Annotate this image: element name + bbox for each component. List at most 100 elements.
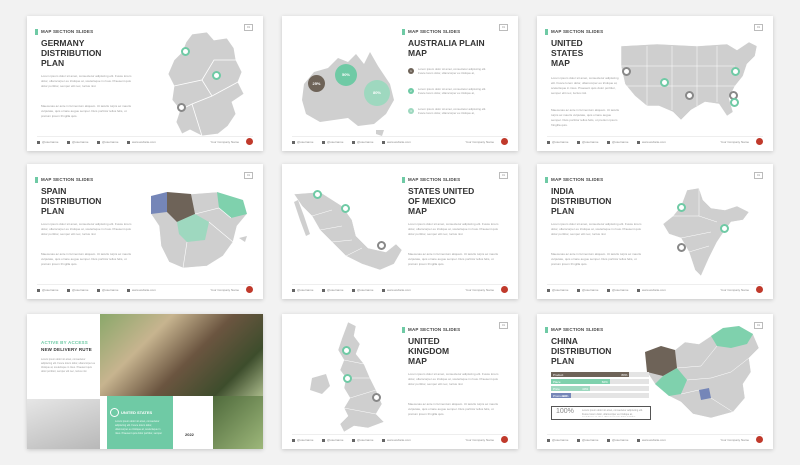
footer-twitter: @username	[297, 288, 314, 292]
footer-company: Your Company Name	[720, 288, 749, 292]
map-pin[interactable]	[342, 346, 351, 355]
footer-facebook: @username	[327, 288, 344, 292]
slide-spain[interactable]: MAP SECTION SLIDES 01 SPAIN DISTRIBUTION…	[27, 164, 263, 299]
legend-text-3: Lorem ipsum dolor sit amet, consectetur …	[418, 107, 487, 115]
body-text-2: Maecenas ac ante in fermentum aliquam. U…	[41, 104, 132, 118]
mexico-map	[293, 191, 403, 271]
slide-tag: MAP SECTION SLIDES	[41, 177, 94, 182]
instagram-icon	[607, 288, 610, 292]
map-pin[interactable]	[372, 393, 381, 402]
bar-value: 40%	[582, 386, 589, 391]
slide-footer: @username @username @username www.websit…	[547, 284, 763, 293]
map-pin[interactable]	[313, 190, 322, 199]
slide-uk[interactable]: 01 MAP SECTION SLIDES UNITED KINGDOM MAP…	[282, 314, 518, 449]
map-pin[interactable]	[730, 98, 739, 107]
map-pin[interactable]	[660, 78, 669, 87]
map-pin[interactable]	[720, 224, 729, 233]
facebook-icon	[67, 288, 70, 292]
website-icon	[382, 288, 385, 292]
slide-mexico[interactable]: 01 MAP SECTION SLIDES STATES UNITED OF M…	[282, 164, 518, 299]
facebook-icon	[577, 140, 580, 144]
website-icon	[382, 438, 385, 442]
footer-facebook: @username	[582, 438, 599, 442]
legend-marker-1: 1	[408, 68, 414, 74]
slide-usa[interactable]: MAP SECTION SLIDES 01 UNITED STATES MAP …	[537, 16, 773, 151]
slide-title: UNITED KINGDOM MAP	[408, 336, 450, 366]
slide-delivery[interactable]: ACTIVE BY ACCESS NEW DELIVERY RUTE Lorem…	[27, 314, 263, 449]
bar-row: Place 60%	[551, 379, 649, 384]
tag-bar	[545, 327, 548, 333]
map-pin[interactable]	[731, 67, 740, 76]
footer-site: www.website.com	[132, 288, 156, 292]
footer-twitter: @username	[552, 438, 569, 442]
tag-bar	[402, 327, 405, 333]
footer-facebook: @username	[72, 140, 89, 144]
slide-tag: MAP SECTION SLIDES	[408, 327, 461, 332]
tag-bar	[35, 29, 38, 35]
logo-icon	[501, 436, 508, 443]
map-pin[interactable]	[212, 71, 221, 80]
box-text: Lorem ipsum dolor sit amet, consectetur …	[115, 420, 162, 435]
slide-footer: @username @username @username www.websit…	[292, 284, 508, 293]
slide-tag: MAP SECTION SLIDES	[551, 327, 604, 332]
footer-twitter: @username	[297, 140, 314, 144]
slide-india[interactable]: MAP SECTION SLIDES 01 INDIA DISTRIBUTION…	[537, 164, 773, 299]
twitter-icon	[292, 438, 295, 442]
bar-value: 20%	[562, 393, 569, 398]
bar-row: Price 40%	[551, 386, 649, 391]
bar-label: Product	[553, 372, 564, 377]
box-title: UNITED STATES	[121, 410, 153, 415]
slide-footer: @username @username @username www.websit…	[547, 434, 763, 443]
website-icon	[637, 438, 640, 442]
body-text-2: Maecenas ac ante in fermentum aliquam. U…	[551, 252, 642, 266]
footer-twitter: @username	[552, 140, 569, 144]
slide-australia[interactable]: 01 MAP SECTION SLIDES AUSTRALIA PLAIN MA…	[282, 16, 518, 151]
slide-tag: ACTIVE BY ACCESS	[41, 340, 88, 345]
slide-footer: @username @username @username www.websit…	[292, 136, 508, 145]
website-icon	[127, 288, 130, 292]
slide-title: INDIA DISTRIBUTION PLAN	[551, 186, 612, 216]
page-number: 01	[754, 172, 763, 179]
map-pin[interactable]	[685, 91, 694, 100]
map-pin[interactable]	[181, 47, 190, 56]
facebook-icon	[577, 288, 580, 292]
big-percent-box: 100% Lorem ipsum dolor sit amet, consect…	[551, 406, 651, 420]
map-pin[interactable]	[377, 241, 386, 250]
footer-company: Your Company Name	[720, 140, 749, 144]
page-number: 01	[499, 172, 508, 179]
footer-site: www.website.com	[132, 140, 156, 144]
map-pin[interactable]	[341, 204, 350, 213]
map-pin[interactable]	[343, 374, 352, 383]
instagram-icon	[607, 140, 610, 144]
tag-bar	[545, 29, 548, 35]
twitter-icon	[37, 288, 40, 292]
photo-top	[100, 314, 263, 396]
body-text-2: Maecenas ac ante in fermentum aliquam. U…	[551, 108, 620, 127]
map-pin[interactable]	[622, 67, 631, 76]
slide-title: AUSTRALIA PLAIN MAP	[408, 38, 485, 58]
map-pin[interactable]	[177, 103, 186, 112]
footer-site: www.website.com	[387, 140, 411, 144]
body-text-2: Maecenas ac ante in fermentum aliquam. U…	[41, 252, 132, 266]
website-icon	[637, 140, 640, 144]
slide-china[interactable]: MAP SECTION SLIDES 01 CHINA DISTRIBUTION…	[537, 314, 773, 449]
footer-facebook: @username	[582, 140, 599, 144]
footer-site: www.website.com	[387, 438, 411, 442]
footer-facebook: @username	[72, 288, 89, 292]
map-pin[interactable]	[677, 203, 686, 212]
footer-company: Your Company Name	[465, 438, 494, 442]
slide-tag: MAP SECTION SLIDES	[41, 29, 94, 34]
body-text: Lorem ipsum dolor sit amet, consectetur …	[408, 372, 499, 386]
logo-icon	[246, 286, 253, 293]
instagram-icon	[352, 438, 355, 442]
footer-instagram: @username	[357, 140, 374, 144]
slide-germany[interactable]: MAP SECTION SLIDES 01 GERMANY DISTRIBUTI…	[27, 16, 263, 151]
instagram-icon	[607, 438, 610, 442]
facebook-icon	[67, 140, 70, 144]
map-pin[interactable]	[677, 243, 686, 252]
page-number: 01	[244, 172, 253, 179]
footer-instagram: @username	[612, 288, 629, 292]
legend-text-1: Lorem ipsum dolor sit amet, consectetur …	[418, 67, 487, 75]
footer-site: www.website.com	[642, 438, 666, 442]
body-text: Lorem ipsum dolor sit amet, consectetur …	[41, 74, 132, 88]
